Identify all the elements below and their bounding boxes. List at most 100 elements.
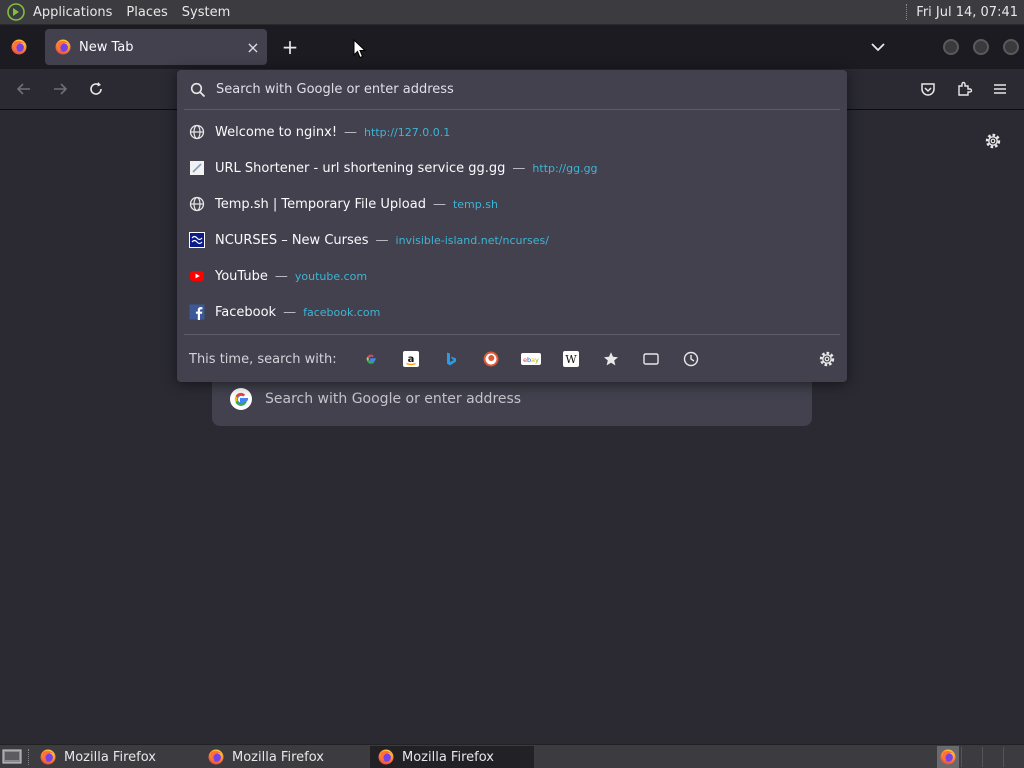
maximize-button[interactable] — [973, 39, 989, 55]
result-dash: — — [274, 268, 288, 284]
gear-icon[interactable] — [983, 131, 1003, 151]
wikipedia-engine-button[interactable]: W — [551, 344, 591, 374]
result-title: URL Shortener - url shortening service g… — [215, 160, 506, 176]
workspace-switcher-2[interactable] — [961, 747, 981, 767]
workspace-switcher-3[interactable] — [982, 747, 1002, 767]
taskbar-separator — [28, 749, 30, 765]
result-row-ncurses[interactable]: NCURSES – New Curses — invisible-island.… — [177, 222, 847, 258]
result-url: invisible-island.net/ncurses/ — [395, 233, 549, 247]
show-desktop-icon[interactable] — [2, 748, 22, 765]
taskbar-window-firefox[interactable]: Mozilla Firefox — [200, 746, 364, 768]
divider — [184, 109, 840, 110]
duckduckgo-engine-button[interactable] — [471, 344, 511, 374]
minimize-button[interactable] — [943, 39, 959, 55]
tabs-button[interactable] — [631, 344, 671, 374]
taskbar-window-firefox[interactable]: Mozilla Firefox — [32, 746, 196, 768]
new-tab-button[interactable]: + — [279, 35, 301, 59]
tab-title: New Tab — [79, 39, 134, 55]
gear-icon[interactable] — [817, 349, 837, 369]
result-title: Facebook — [215, 304, 277, 320]
globe-icon — [189, 196, 205, 212]
workspace-switcher-4[interactable] — [1003, 747, 1023, 767]
result-row-youtube[interactable]: YouTube — youtube.com — [177, 258, 847, 294]
extensions-icon[interactable] — [955, 80, 973, 98]
taskbar-window-label: Mozilla Firefox — [402, 749, 494, 765]
panel-separator — [906, 4, 908, 20]
one-offs-label: This time, search with: — [189, 351, 337, 367]
taskbar-window-label: Mozilla Firefox — [64, 749, 156, 765]
result-url: temp.sh — [452, 197, 498, 211]
tab-new-tab[interactable]: New Tab × — [45, 29, 267, 65]
result-row-gg[interactable]: URL Shortener - url shortening service g… — [177, 150, 847, 186]
urlbar-input[interactable] — [216, 82, 816, 97]
taskbar-window-firefox-active[interactable]: Mozilla Firefox — [370, 746, 534, 768]
google-logo-icon — [230, 388, 252, 410]
forward-arrow-icon[interactable] — [51, 80, 69, 98]
pocket-icon[interactable] — [919, 80, 937, 98]
history-button[interactable] — [671, 344, 711, 374]
result-url: http://gg.gg — [532, 161, 598, 175]
taskbar: Mozilla Firefox Mozilla Firefox Mozilla … — [0, 744, 1024, 768]
bing-icon — [446, 352, 456, 366]
search-icon — [190, 82, 206, 97]
bookmarks-button[interactable] — [591, 344, 631, 374]
bing-engine-button[interactable] — [431, 344, 471, 374]
menu-system[interactable]: System — [182, 5, 238, 20]
distro-logo-icon[interactable] — [7, 3, 25, 21]
google-icon — [366, 354, 376, 364]
result-url: http://127.0.0.1 — [364, 125, 451, 139]
top-panel: Applications Places System Fri Jul 14, 0… — [0, 0, 1024, 25]
result-dash: — — [432, 196, 446, 212]
youtube-icon — [189, 268, 205, 284]
svg-text:a: a — [407, 354, 414, 365]
menu-applications[interactable]: Applications — [33, 5, 120, 20]
star-icon — [603, 352, 618, 366]
result-row-temp[interactable]: Temp.sh | Temporary File Upload — temp.s… — [177, 186, 847, 222]
reload-icon[interactable] — [87, 80, 105, 98]
tab-strip: New Tab × + — [0, 25, 1024, 69]
firefox-icon — [378, 749, 394, 765]
link-favicon-icon — [189, 160, 205, 176]
clock-icon — [683, 351, 698, 367]
result-url: youtube.com — [294, 269, 368, 283]
firefox-icon — [208, 749, 224, 765]
menu-places[interactable]: Places — [126, 5, 175, 20]
result-dash: — — [512, 160, 526, 176]
amazon-engine-button[interactable]: a — [391, 344, 431, 374]
ebay-icon: e b a y — [520, 353, 541, 365]
mouse-cursor-icon — [353, 39, 367, 59]
hamburger-menu-icon[interactable] — [991, 80, 1009, 98]
workspace-switcher-1[interactable] — [937, 746, 959, 768]
tab-close-button[interactable]: × — [239, 38, 267, 57]
facebook-icon — [189, 304, 205, 320]
close-window-button[interactable] — [1003, 39, 1019, 55]
result-title: YouTube — [215, 268, 268, 284]
one-off-search-bar: This time, search with: a e b a y W — [177, 336, 847, 382]
firefox-view-icon[interactable] — [11, 39, 27, 55]
globe-icon — [189, 124, 205, 140]
page-search-placeholder: Search with Google or enter address — [265, 391, 522, 407]
result-row-nginx[interactable]: Welcome to nginx! — http://127.0.0.1 — [177, 114, 847, 150]
back-arrow-icon[interactable] — [15, 80, 33, 98]
firefox-icon — [940, 749, 956, 765]
firefox-icon — [55, 39, 71, 55]
clock[interactable]: Fri Jul 14, 07:41 — [916, 5, 1018, 20]
ebay-engine-button[interactable]: e b a y — [511, 344, 551, 374]
google-engine-button[interactable] — [351, 344, 391, 374]
result-dash: — — [344, 124, 358, 140]
urlbar — [177, 70, 847, 109]
chevron-down-icon[interactable] — [868, 37, 888, 57]
result-dash: — — [283, 304, 297, 320]
result-dash: — — [375, 232, 389, 248]
tab-icon — [642, 353, 659, 365]
result-title: Welcome to nginx! — [215, 124, 338, 140]
result-row-facebook[interactable]: Facebook — facebook.com — [177, 294, 847, 330]
amazon-icon: a — [402, 351, 419, 367]
ncurses-favicon-icon — [189, 232, 205, 248]
result-title: NCURSES – New Curses — [215, 232, 369, 248]
divider — [184, 334, 840, 335]
urlbar-dropdown: Welcome to nginx! — http://127.0.0.1 URL… — [177, 70, 847, 382]
duckduckgo-icon — [483, 351, 499, 367]
wikipedia-icon: W — [562, 351, 579, 367]
firefox-icon — [40, 749, 56, 765]
